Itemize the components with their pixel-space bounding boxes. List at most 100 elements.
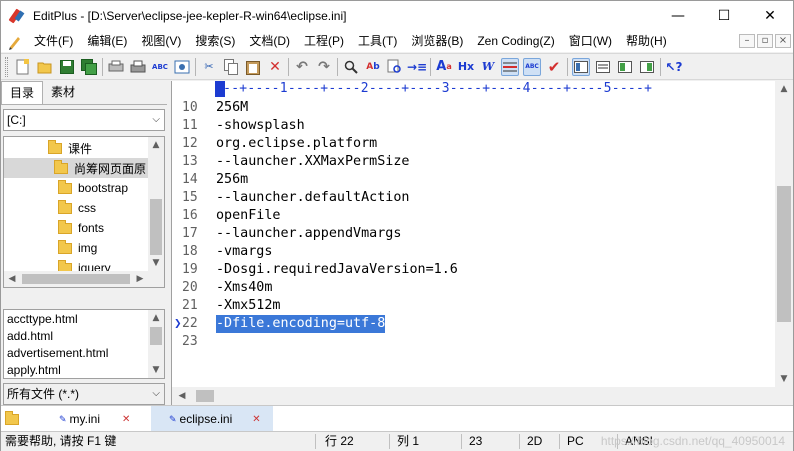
cliptext-icon[interactable] — [616, 58, 634, 76]
mdi-close-button[interactable]: × — [775, 34, 791, 48]
tree-vertical-scrollbar[interactable]: ▲ ▼ — [148, 137, 164, 271]
menu-help[interactable]: 帮助(H) — [619, 31, 674, 52]
menu-file[interactable]: 文件(F) — [27, 31, 80, 52]
menu-browser[interactable]: 浏览器(B) — [404, 31, 470, 52]
menu-view[interactable]: 视图(V) — [134, 31, 188, 52]
drive-select[interactable]: [C:] ⌵ — [3, 109, 165, 131]
code-line[interactable]: -Xmx512m — [216, 297, 281, 315]
undo-icon[interactable]: ↶ — [293, 58, 311, 76]
folder-icon[interactable] — [5, 406, 19, 432]
scroll-down-icon[interactable]: ▼ — [148, 362, 164, 378]
replace-icon[interactable]: Ab — [364, 58, 382, 76]
browser-icon[interactable] — [173, 58, 191, 76]
tab-directory[interactable]: 目录 — [1, 81, 44, 104]
paste-icon[interactable] — [244, 58, 262, 76]
doc-tab-my-ini[interactable]: ✎ my.ini ✕ — [25, 406, 149, 432]
toolbar-grip[interactable] — [5, 56, 8, 77]
delete-icon[interactable]: ✕ — [266, 58, 284, 76]
code-line[interactable]: 256m — [216, 171, 248, 189]
line-number-icon[interactable] — [501, 57, 519, 76]
code-line[interactable]: -vmargs — [216, 243, 272, 261]
scroll-up-icon[interactable]: ▲ — [148, 137, 164, 153]
close-tab-icon[interactable]: ✕ — [122, 414, 130, 425]
scroll-right-icon[interactable]: ▶ — [132, 271, 148, 287]
save-all-icon[interactable] — [80, 58, 98, 76]
toggle-view-icon[interactable] — [572, 57, 590, 76]
code-line[interactable]: -showsplash — [216, 117, 305, 135]
goto-icon[interactable]: →≡ — [407, 58, 427, 76]
editor-vertical-scrollbar[interactable]: ▲ ▼ — [775, 81, 793, 387]
scroll-up-icon[interactable]: ▲ — [776, 81, 792, 97]
copy-icon[interactable] — [222, 58, 240, 76]
text-editor[interactable]: ---+----1----+----2----+----3----+----4-… — [171, 81, 776, 387]
scrollbar-thumb[interactable] — [196, 390, 214, 402]
file-filter-select[interactable]: 所有文件 (*.*) ⌵ — [3, 383, 165, 405]
scrollbar-thumb[interactable] — [777, 186, 791, 322]
tree-item-folder[interactable]: img — [58, 238, 97, 258]
find-icon[interactable] — [342, 58, 360, 76]
mdi-minimize-button[interactable]: – — [739, 34, 755, 48]
directory-icon[interactable] — [638, 58, 656, 76]
menu-edit[interactable]: 编辑(E) — [80, 31, 134, 52]
menu-document[interactable]: 文档(D) — [242, 31, 297, 52]
code-line[interactable]: -Dosgi.requiredJavaVersion=1.6 — [216, 261, 458, 279]
open-icon[interactable] — [36, 58, 54, 76]
scrollbar-thumb[interactable] — [150, 199, 162, 255]
tree-item-folder[interactable]: css — [58, 198, 96, 218]
html-toolbar-icon[interactable] — [594, 58, 612, 76]
code-line[interactable]: 256M — [216, 99, 248, 117]
menu-tools[interactable]: 工具(T) — [351, 31, 404, 52]
font-icon[interactable]: Aa — [435, 58, 453, 76]
tree-item-folder[interactable]: 课件 — [48, 138, 148, 158]
redo-icon[interactable]: ↷ — [315, 58, 333, 76]
file-list-item[interactable]: apply.html — [7, 362, 61, 378]
scrollbar-thumb[interactable] — [22, 274, 130, 284]
code-line[interactable]: openFile — [216, 207, 281, 225]
find-in-files-icon[interactable] — [386, 58, 404, 76]
new-icon[interactable] — [14, 58, 32, 76]
print-icon[interactable] — [129, 58, 147, 76]
mdi-restore-button[interactable]: ▫ — [757, 34, 773, 48]
maximize-button[interactable]: ☐ — [701, 1, 747, 31]
help-icon[interactable]: ↖? — [665, 58, 683, 76]
print-preview-icon[interactable] — [107, 58, 125, 76]
file-list[interactable]: accttype.html add.html advertisement.htm… — [3, 309, 165, 379]
menu-search[interactable]: 搜索(S) — [188, 31, 242, 52]
tab-cliptext[interactable]: 素材 — [43, 81, 83, 104]
check-icon[interactable]: ✔ — [545, 58, 563, 76]
doc-tab-eclipse-ini[interactable]: ✎ eclipse.ini ✕ — [151, 406, 273, 432]
tree-horizontal-scrollbar[interactable]: ◀ ▶ — [4, 271, 164, 287]
hex-icon[interactable]: Hx — [457, 58, 475, 76]
scroll-left-icon[interactable]: ◀ — [4, 271, 20, 287]
minimize-button[interactable]: — — [655, 1, 701, 31]
code-line-selected[interactable]: -Dfile.encoding=utf-8 — [216, 315, 386, 333]
folder-tree[interactable]: 课件 尚筹网页面原 bootstrap css fonts img jquery… — [3, 136, 165, 288]
tree-item-folder[interactable]: fonts — [58, 218, 104, 238]
close-tab-icon[interactable]: ✕ — [252, 414, 260, 425]
menu-zen-coding[interactable]: Zen Coding(Z) — [470, 31, 561, 52]
file-list-item[interactable]: advertisement.html — [7, 345, 108, 362]
code-line[interactable]: org.eclipse.platform — [216, 135, 377, 153]
scroll-up-icon[interactable]: ▲ — [148, 310, 164, 326]
word-wrap-icon[interactable]: W — [479, 58, 497, 76]
cut-icon[interactable]: ✂ — [200, 58, 218, 76]
tree-item-folder-selected[interactable]: 尚筹网页面原 — [4, 158, 150, 178]
code-line[interactable]: --launcher.defaultAction — [216, 189, 409, 207]
ruler-icon[interactable]: ABC — [523, 57, 541, 76]
scroll-down-icon[interactable]: ▼ — [776, 371, 792, 387]
scroll-left-icon[interactable]: ◀ — [174, 388, 190, 404]
save-icon[interactable] — [58, 58, 76, 76]
editor-horizontal-scrollbar[interactable]: ◀ — [171, 387, 775, 405]
scroll-down-icon[interactable]: ▼ — [148, 255, 164, 271]
tree-item-folder[interactable]: bootstrap — [58, 178, 128, 198]
file-list-item[interactable]: add.html — [7, 328, 53, 345]
file-list-item[interactable]: accttype.html — [7, 311, 78, 328]
document-icon[interactable] — [7, 34, 23, 50]
code-line[interactable]: --launcher.XXMaxPermSize — [216, 153, 409, 171]
spell-check-icon[interactable]: ABC — [151, 58, 169, 76]
menu-project[interactable]: 工程(P) — [297, 31, 351, 52]
code-line[interactable]: --launcher.appendVmargs — [216, 225, 401, 243]
file-list-scrollbar[interactable]: ▲ ▼ — [148, 310, 164, 378]
scrollbar-thumb[interactable] — [150, 327, 162, 345]
close-button[interactable]: ✕ — [747, 1, 793, 31]
